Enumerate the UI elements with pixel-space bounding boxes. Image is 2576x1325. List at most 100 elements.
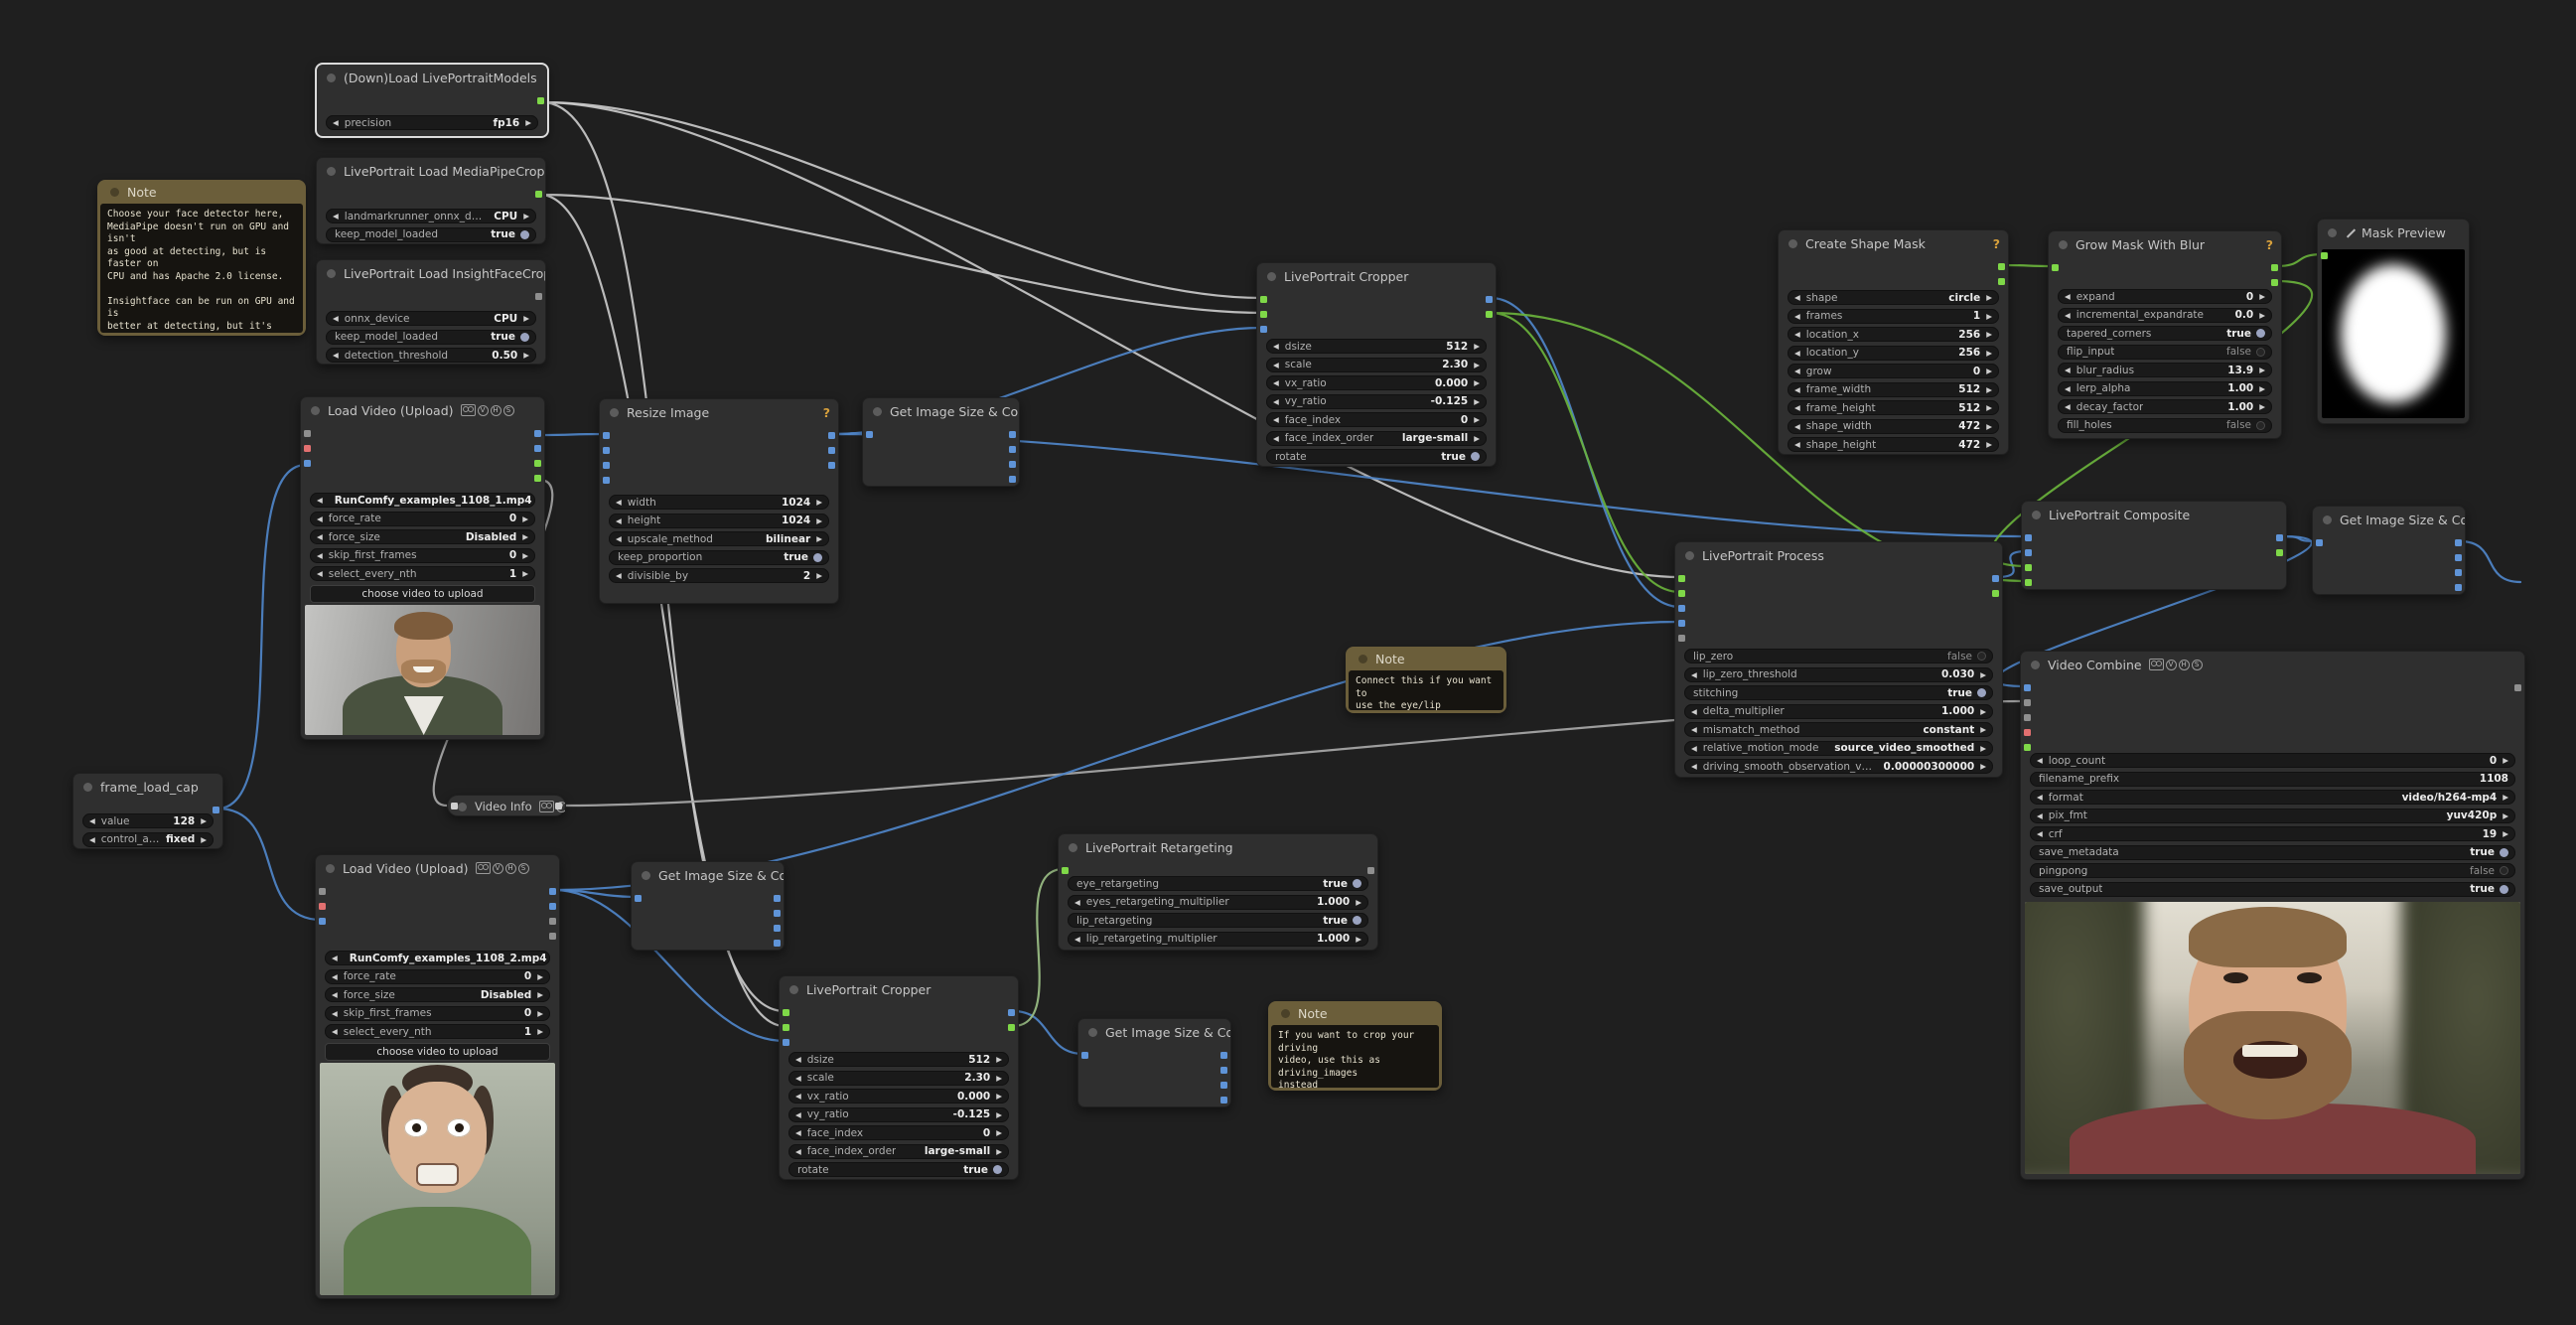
output-slot[interactable]	[2455, 554, 2462, 561]
widget-landmarkrunner_onnx_device[interactable]: ◀landmarkrunner_onnx_deviceCPU▶	[326, 209, 536, 223]
widget-face_index[interactable]: ◀face_index0▶	[788, 1125, 1009, 1140]
liveportrait-composite-node[interactable]: LivePortrait Composite	[2021, 501, 2287, 590]
arrow-right-icon[interactable]: ▶	[996, 1092, 1002, 1101]
load-video-upload-source-node[interactable]: Load Video (Upload)VHS◀videoRunComfy_exa…	[300, 396, 545, 740]
arrow-right-icon[interactable]: ▶	[522, 515, 528, 523]
arrow-right-icon[interactable]: ▶	[2503, 756, 2508, 765]
liveportrait-load-insightfacecropper-node[interactable]: LivePortrait Load InsightFaceCropper◀onn…	[316, 259, 546, 365]
collapse-dot[interactable]	[458, 803, 467, 811]
input-slot[interactable]	[304, 460, 311, 467]
widget-expand[interactable]: ◀expand0▶	[2058, 289, 2272, 304]
arrow-right-icon[interactable]: ▶	[816, 534, 822, 543]
widget-vx_ratio[interactable]: ◀vx_ratio0.000▶	[788, 1089, 1009, 1104]
input-slot[interactable]	[603, 447, 610, 454]
arrow-right-icon[interactable]: ▶	[2503, 793, 2508, 802]
output-slot[interactable]	[535, 293, 542, 300]
input-slot[interactable]	[2025, 549, 2032, 556]
liveportrait-retargeting-node[interactable]: LivePortrait Retargetingeye_retargetingt…	[1058, 833, 1378, 951]
output-slot[interactable]	[1220, 1067, 1227, 1074]
output-slot[interactable]	[1009, 431, 1016, 438]
arrow-left-icon[interactable]: ◀	[1691, 670, 1697, 679]
widget-loop_count[interactable]: ◀loop_count0▶	[2030, 753, 2515, 768]
arrow-right-icon[interactable]: ▶	[522, 532, 528, 541]
output-slot[interactable]	[1220, 1082, 1227, 1089]
input-slot[interactable]	[1260, 326, 1267, 333]
arrow-right-icon[interactable]: ▶	[816, 498, 822, 507]
arrow-left-icon[interactable]: ◀	[2065, 311, 2071, 320]
arrow-right-icon[interactable]: ▶	[537, 1009, 543, 1018]
widget-vy_ratio[interactable]: ◀vy_ratio-0.125▶	[1266, 394, 1487, 409]
note-driving-crop[interactable]: NoteIf you want to crop your driving vid…	[1268, 1001, 1442, 1091]
input-slot[interactable]	[2321, 252, 2328, 259]
get-image-size-count-middle-node[interactable]: Get Image Size & Count?	[631, 861, 785, 951]
widget-format[interactable]: ◀formatvideo/h264-mp4▶	[2030, 790, 2515, 805]
arrow-left-icon[interactable]: ◀	[317, 532, 323, 541]
output-slot[interactable]	[549, 933, 556, 940]
node-graph-canvas[interactable]: (Down)Load LivePortraitModels◀precisionf…	[0, 0, 2576, 1325]
arrow-left-icon[interactable]: ◀	[616, 498, 622, 507]
arrow-right-icon[interactable]: ▶	[1356, 935, 1361, 944]
input-slot[interactable]	[1260, 311, 1267, 318]
note-retargeting[interactable]: NoteConnect this if you want to use the …	[1346, 647, 1506, 713]
widget-shape_height[interactable]: ◀shape_height472▶	[1788, 437, 1999, 452]
widget-face_index_order[interactable]: ◀face_index_orderlarge-small▶	[788, 1144, 1009, 1159]
arrow-left-icon[interactable]: ◀	[2037, 829, 2043, 838]
widget-detection_threshold[interactable]: ◀detection_threshold0.50▶	[326, 348, 536, 363]
arrow-left-icon[interactable]: ◀	[1273, 415, 1279, 424]
arrow-left-icon[interactable]: ◀	[89, 835, 95, 844]
collapse-dot[interactable]	[327, 74, 336, 82]
toggle-dot[interactable]	[993, 1165, 1002, 1174]
arrow-left-icon[interactable]: ◀	[333, 212, 339, 221]
arrow-right-icon[interactable]: ▶	[201, 835, 207, 844]
widget-lerp_alpha[interactable]: ◀lerp_alpha1.00▶	[2058, 381, 2272, 396]
widget-face_index_order[interactable]: ◀face_index_orderlarge-small▶	[1266, 431, 1487, 446]
widget-scale[interactable]: ◀scale2.30▶	[1266, 358, 1487, 372]
arrow-left-icon[interactable]: ◀	[317, 551, 323, 560]
arrow-left-icon[interactable]: ◀	[1691, 744, 1697, 753]
arrow-left-icon[interactable]: ◀	[1691, 707, 1697, 716]
output-slot[interactable]	[2276, 534, 2283, 541]
arrow-left-icon[interactable]: ◀	[795, 1074, 801, 1083]
toggle-dot[interactable]	[520, 333, 529, 342]
arrow-right-icon[interactable]: ▶	[996, 1110, 1002, 1119]
arrow-right-icon[interactable]: ▶	[1986, 349, 1992, 358]
input-slot[interactable]	[1678, 575, 1685, 582]
arrow-right-icon[interactable]: ▶	[1980, 707, 1986, 716]
get-image-size-count-right-node[interactable]: Get Image Size & Count?	[2312, 506, 2466, 595]
widget-control_after_gene[interactable]: ◀control_after_genefixed▶	[82, 832, 214, 847]
help-badge[interactable]: ?	[817, 405, 830, 420]
output-slot[interactable]	[774, 940, 781, 947]
widget-upscale_method[interactable]: ◀upscale_methodbilinear▶	[609, 531, 829, 546]
widget-lip_zero_threshold[interactable]: ◀lip_zero_threshold0.030▶	[1684, 667, 1993, 682]
output-slot[interactable]	[549, 888, 556, 895]
input-slot[interactable]	[1678, 635, 1685, 642]
output-slot[interactable]	[1486, 311, 1493, 318]
liveportrait-process-node[interactable]: LivePortrait Processlip_zerofalse◀lip_ze…	[1674, 541, 2003, 778]
arrow-right-icon[interactable]: ▶	[1986, 385, 1992, 394]
arrow-right-icon[interactable]: ▶	[996, 1128, 1002, 1137]
arrow-right-icon[interactable]: ▶	[1986, 422, 1992, 431]
arrow-right-icon[interactable]: ▶	[996, 1055, 1002, 1064]
arrow-right-icon[interactable]: ▶	[1474, 342, 1480, 351]
collapse-dot[interactable]	[1069, 843, 1077, 852]
output-slot[interactable]	[549, 903, 556, 910]
arrow-left-icon[interactable]: ◀	[1794, 349, 1800, 358]
arrow-left-icon[interactable]: ◀	[1691, 762, 1697, 771]
widget-eyes_retargeting_multiplier[interactable]: ◀eyes_retargeting_multiplier1.000▶	[1068, 895, 1368, 910]
arrow-right-icon[interactable]: ▶	[1986, 312, 1992, 321]
liveportrait-cropper-driving-node[interactable]: LivePortrait Cropper◀dsize512▶◀scale2.30…	[779, 975, 1019, 1180]
arrow-right-icon[interactable]: ▶	[1474, 397, 1480, 406]
input-slot[interactable]	[603, 477, 610, 484]
output-slot[interactable]	[1009, 461, 1016, 468]
widget-rotate[interactable]: rotatetrue	[788, 1162, 1009, 1177]
widget-crf[interactable]: ◀crf19▶	[2030, 826, 2515, 841]
input-slot[interactable]	[2025, 579, 2032, 586]
upload-button[interactable]: choose video to upload	[325, 1043, 550, 1061]
input-slot[interactable]	[2024, 729, 2031, 736]
widget-divisible_by[interactable]: ◀divisible_by2▶	[609, 568, 829, 583]
arrow-right-icon[interactable]: ▶	[1474, 415, 1480, 424]
arrow-right-icon[interactable]: ▶	[2503, 811, 2508, 820]
output-slot[interactable]	[828, 447, 835, 454]
arrow-left-icon[interactable]: ◀	[2065, 292, 2071, 301]
widget-frame_width[interactable]: ◀frame_width512▶	[1788, 382, 1999, 397]
